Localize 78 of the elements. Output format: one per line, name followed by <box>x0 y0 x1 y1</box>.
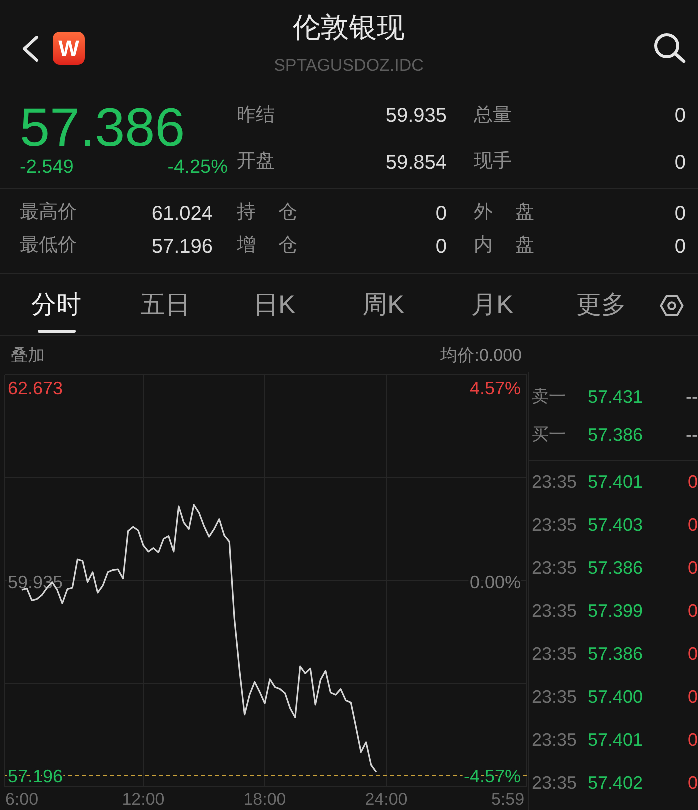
trade-time: 23:35 <box>532 729 578 752</box>
axis-label: 62.673 <box>8 378 64 398</box>
stat-label: 持 仓 <box>237 201 298 226</box>
tab[interactable]: 更多 <box>547 274 656 335</box>
stat-label: 增 仓 <box>237 234 298 258</box>
axis-label: 59.935 <box>8 572 64 592</box>
order-volume: -- <box>686 424 698 446</box>
stat-value: 0 <box>674 234 686 260</box>
settings-icon[interactable] <box>660 295 684 317</box>
average-price: 均价:0.000 <box>440 345 522 367</box>
stat-label: 最低价 <box>20 234 77 258</box>
axis-label: 57.196 <box>8 766 64 786</box>
tab[interactable]: 分时 <box>2 274 111 335</box>
stat-value: 59.935 <box>386 104 447 129</box>
trade-volume: 0 <box>688 686 698 709</box>
stat-value: 57.196 <box>152 234 213 260</box>
price-change: -2.549 <box>20 157 74 179</box>
trade-price: 57.400 <box>588 686 644 709</box>
stat-label: 昨结 <box>237 104 275 128</box>
search-icon[interactable] <box>654 33 686 63</box>
trade-time: 23:35 <box>532 514 578 537</box>
trade-price: 57.402 <box>588 772 644 795</box>
trade-time: 23:35 <box>532 686 578 709</box>
stat-value: 0 <box>674 202 686 226</box>
trade-price: 57.399 <box>588 600 644 623</box>
stat-value: 0 <box>674 104 686 129</box>
trade-volume: 0 <box>688 600 698 623</box>
tab[interactable]: 日K <box>220 274 329 335</box>
symbol-code: SPTAGUSDOZ.IDC <box>274 55 424 77</box>
axis-label: 12:00 <box>122 790 165 809</box>
percent-label: -4.57% <box>464 766 521 786</box>
percent-change: -4.25% <box>168 157 228 179</box>
stat-label: 最高价 <box>20 201 77 226</box>
order-label: 买一 <box>532 424 567 446</box>
stat-value: 0 <box>436 234 447 260</box>
stat-value: 61.024 <box>152 202 213 226</box>
axis-label: 6:00 <box>5 790 39 809</box>
trade-price: 57.386 <box>588 557 644 580</box>
trade-time: 23:35 <box>532 557 578 580</box>
trade-price: 57.403 <box>588 514 644 537</box>
overlay-button[interactable]: 叠加 <box>11 345 45 367</box>
trade-volume: 0 <box>688 643 698 666</box>
page-title: 伦敦银现 <box>293 11 405 45</box>
stat-label: 开盘 <box>237 150 275 174</box>
app-logo: W <box>53 32 85 65</box>
stat-label: 现手 <box>474 150 512 174</box>
axis-label: 5:59 <box>491 790 525 809</box>
stat-value: 0 <box>436 202 447 226</box>
trade-volume: 0 <box>688 514 698 537</box>
trade-price: 57.401 <box>588 729 644 752</box>
trade-time: 23:35 <box>532 772 578 795</box>
trade-volume: 0 <box>688 772 698 795</box>
order-price: 57.386 <box>588 424 644 446</box>
trade-time: 23:35 <box>532 643 578 666</box>
axis-label: 18:00 <box>244 790 286 809</box>
stat-value: 59.854 <box>386 150 447 176</box>
trade-volume: 0 <box>688 557 698 580</box>
stat-value: 0 <box>674 150 686 176</box>
percent-label: 4.57% <box>470 378 521 398</box>
chevron-left-icon[interactable] <box>22 36 39 62</box>
stat-label: 外 盘 <box>474 201 534 226</box>
trade-price: 57.401 <box>588 471 644 494</box>
order-volume: -- <box>686 386 698 408</box>
order-label: 卖一 <box>532 386 567 408</box>
tab[interactable]: 周K <box>329 274 438 335</box>
percent-label: 0.00% <box>470 572 521 592</box>
tab[interactable]: 五日 <box>111 274 220 335</box>
trade-price: 57.386 <box>588 643 644 666</box>
tab[interactable]: 月K <box>438 274 547 335</box>
stat-label: 内 盘 <box>474 234 534 258</box>
trade-time: 23:35 <box>532 600 578 623</box>
stat-label: 总量 <box>474 104 512 128</box>
last-price: 57.386 <box>20 101 186 155</box>
trade-volume: 0 <box>688 471 698 494</box>
axis-label: 24:00 <box>365 790 408 809</box>
order-price: 57.431 <box>588 386 644 408</box>
trade-time: 23:35 <box>532 471 578 494</box>
trade-volume: 0 <box>688 729 698 752</box>
